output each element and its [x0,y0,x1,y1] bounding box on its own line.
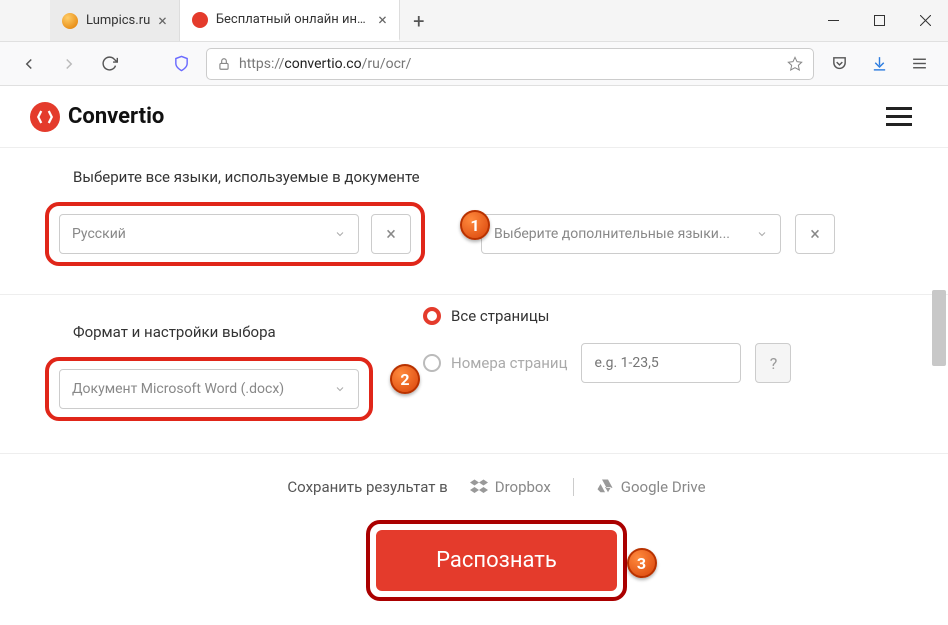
scrollbar-thumb[interactable] [932,290,946,366]
radio-label: Все страницы [451,307,549,325]
clear-additional-button[interactable]: × [795,214,835,254]
separator [573,478,574,496]
menu-icon[interactable] [904,49,934,79]
logo-text: Convertio [68,104,164,129]
maximize-button[interactable] [856,0,902,41]
dropbox-icon [470,478,488,496]
annotation-badge-1: 1 [460,210,490,240]
download-icon[interactable] [864,49,894,79]
address-bar: https://convertio.co/ru/ocr/ [0,42,948,86]
new-tab-button[interactable]: + [400,0,438,41]
radio-page-numbers[interactable]: Номера страниц [423,354,567,372]
minimize-button[interactable] [810,0,856,41]
chevron-down-icon [334,383,346,395]
page-numbers-input[interactable] [581,343,741,383]
save-dropbox[interactable]: Dropbox [470,478,551,496]
hamburger-menu[interactable] [880,101,918,132]
radio-on-icon [423,307,441,325]
close-window-button[interactable] [902,0,948,41]
save-label: Сохранить результат в [287,478,447,496]
bookmark-icon[interactable] [787,56,803,72]
tab-favicon-lumpics [62,13,78,29]
format-row: Формат и настройки выбора Документ Micro… [45,303,948,421]
save-destination-row: Сохранить результат в Dropbox Google Dri… [45,454,948,520]
format-section-label: Формат и настройки выбора [73,323,373,341]
clear-language-button[interactable]: × [371,214,411,254]
back-button[interactable] [14,49,44,79]
logo-icon [30,102,60,132]
dropdown-value: Русский [72,226,326,242]
highlight-box-2: Документ Microsoft Word (.docx) [45,357,373,421]
close-icon[interactable]: × [158,13,167,29]
gdrive-label: Google Drive [621,478,706,496]
main-content: Выберите все языки, используемые в докум… [0,168,948,625]
radio-off-icon [423,354,441,372]
chevron-down-icon [756,228,768,240]
dropdown-placeholder: Выберите дополнительные языки... [494,226,748,242]
primary-language-dropdown[interactable]: Русский [59,214,359,254]
chevron-down-icon [334,228,346,240]
tab-favicon-convertio [192,12,208,28]
window-controls [810,0,948,41]
site-header: Convertio [0,86,948,148]
tab-title: Бесплатный онлайн инструме [216,12,370,27]
submit-wrap: Распознать 3 [45,520,948,625]
language-section-label: Выберите все языки, используемые в докум… [73,168,948,186]
tab-lumpics[interactable]: Lumpics.ru × [50,0,180,41]
save-gdrive[interactable]: Google Drive [596,478,706,496]
highlight-box-1: Русский × [45,202,425,266]
pocket-icon[interactable] [824,49,854,79]
tab-convertio[interactable]: Бесплатный онлайн инструме × [180,0,400,41]
radio-all-pages[interactable]: Все страницы [423,307,791,325]
section-divider [0,294,948,295]
forward-button[interactable] [54,49,84,79]
lock-icon [217,57,231,71]
browser-title-bar: Lumpics.ru × Бесплатный онлайн инструме … [0,0,948,42]
format-dropdown[interactable]: Документ Microsoft Word (.docx) [59,369,359,409]
recognize-button[interactable]: Распознать [376,530,617,591]
radio-label: Номера страниц [451,354,567,372]
logo[interactable]: Convertio [30,102,164,132]
annotation-badge-3: 3 [627,548,657,578]
shield-icon[interactable] [166,49,196,79]
annotation-badge-2: 2 [390,364,420,394]
gdrive-icon [596,478,614,496]
dropbox-label: Dropbox [495,478,551,496]
close-icon[interactable]: × [378,12,387,28]
url-text: https://convertio.co/ru/ocr/ [239,56,779,72]
reload-button[interactable] [94,49,124,79]
language-row: Русский × 1 Выберите дополнительные язык… [45,202,948,266]
dropdown-value: Документ Microsoft Word (.docx) [72,381,326,397]
url-input[interactable]: https://convertio.co/ru/ocr/ [206,48,814,80]
additional-language-dropdown[interactable]: Выберите дополнительные языки... [481,214,781,254]
browser-tabs: Lumpics.ru × Бесплатный онлайн инструме … [0,0,810,41]
highlight-box-3: Распознать [366,520,627,601]
help-button[interactable]: ? [755,343,791,383]
tab-title: Lumpics.ru [86,13,150,28]
